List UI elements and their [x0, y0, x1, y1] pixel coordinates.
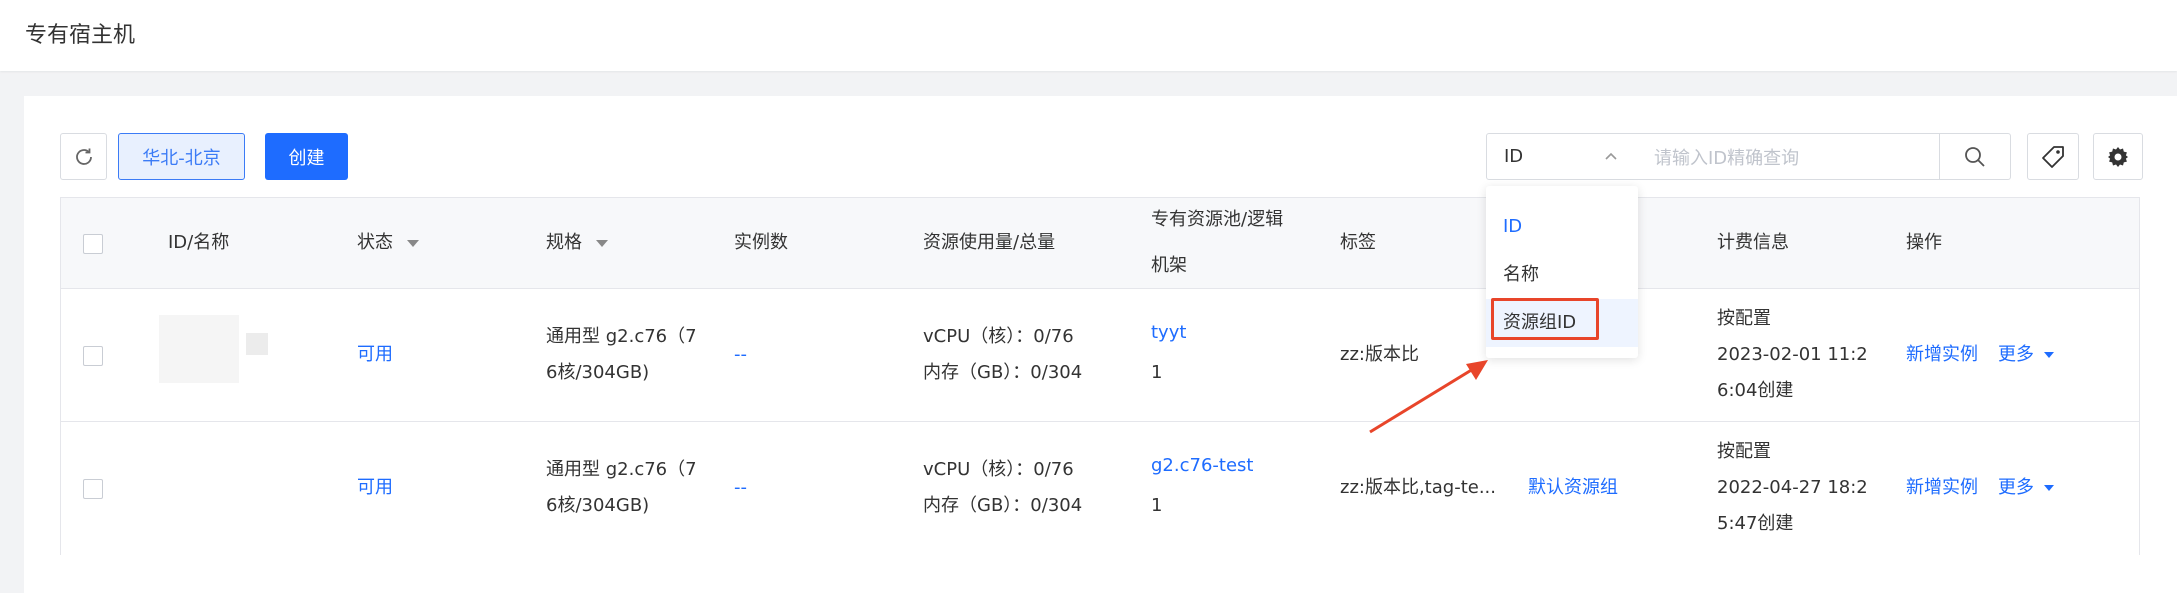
usage-cpu: vCPU（核）：0/76: [923, 459, 1074, 480]
tag-button[interactable]: [2027, 133, 2079, 180]
filter-caret-icon: [596, 239, 608, 247]
pool-link[interactable]: tyyt: [1151, 315, 1186, 351]
search-icon: [1965, 146, 1985, 167]
redacted-id: [159, 315, 239, 383]
usage-cpu: vCPU（核）：0/76: [923, 326, 1074, 347]
dropdown-option-name[interactable]: 名称: [1486, 251, 1638, 299]
search-type-value: ID: [1504, 146, 1524, 167]
more-actions-label: 更多: [1998, 344, 2034, 365]
new-instance-link[interactable]: 新增实例: [1906, 470, 1978, 506]
instance-count[interactable]: --: [734, 470, 747, 506]
column-header-status[interactable]: 状态: [357, 225, 419, 261]
table-row: 可用 通用型 g2.c76（7 6核/304GB) -- vCPU（核）：0/7…: [61, 422, 2139, 555]
create-button[interactable]: 创建: [265, 133, 348, 180]
column-header-status-label: 状态: [357, 232, 393, 253]
rack-value: 1: [1151, 362, 1163, 383]
tag-icon: [2042, 145, 2064, 168]
column-header-id: ID/名称: [168, 232, 230, 253]
row-checkbox[interactable]: [83, 346, 103, 366]
redacted-id-mark: [246, 333, 268, 355]
dropdown-option-id[interactable]: ID: [1486, 203, 1638, 251]
gear-icon: [2108, 146, 2128, 167]
status-text: 可用: [357, 477, 393, 498]
spec-line-2: 6核/304GB): [546, 362, 650, 383]
more-actions-dropdown[interactable]: 更多: [1998, 337, 2054, 373]
billing-time-line-2: 5:47创建: [1717, 513, 1794, 534]
usage-memory: 内存（GB）：0/304: [923, 495, 1083, 516]
billing-time-line-2: 6:04创建: [1717, 380, 1794, 401]
new-instance-link[interactable]: 新增实例: [1906, 337, 1978, 373]
search-input[interactable]: 请输入ID精确查询: [1637, 133, 1940, 180]
column-header-instances: 实例数: [734, 232, 788, 253]
top-bar: 专有宿主机: [0, 0, 2177, 71]
search-type-select[interactable]: ID: [1486, 133, 1638, 180]
select-all-checkbox[interactable]: [83, 234, 103, 254]
column-header-spec[interactable]: 规格: [546, 225, 608, 261]
table-row: 可用 通用型 g2.c76（7 6核/304GB) -- vCPU（核）：0/7…: [61, 289, 2139, 422]
region-selector-button[interactable]: 华北-北京: [118, 133, 245, 180]
usage-memory: 内存（GB）：0/304: [923, 362, 1083, 383]
annotation-arrow-icon: [1369, 360, 1488, 434]
search-button[interactable]: [1939, 133, 2011, 180]
spec-line-2: 6核/304GB): [546, 495, 650, 516]
page-title: 专有宿主机: [25, 23, 136, 48]
instance-count[interactable]: --: [734, 337, 747, 373]
status-text: 可用: [357, 344, 393, 365]
more-actions-label: 更多: [1998, 477, 2034, 498]
host-table: ID/名称 状态 规格 实例数 资源使用量/总量 专有资源池/逻辑 机架 标签 …: [60, 197, 2140, 555]
column-header-billing: 计费信息: [1717, 232, 1789, 253]
column-header-pool: 专有资源池/逻辑: [1151, 209, 1284, 230]
row-checkbox[interactable]: [83, 479, 103, 499]
annotation-highlight-box: [1491, 298, 1599, 340]
rack-value: 1: [1151, 495, 1163, 516]
refresh-button[interactable]: [60, 133, 107, 180]
column-header-usage: 资源使用量/总量: [923, 232, 1056, 253]
billing-time-line-1: 2023-02-01 11:2: [1717, 344, 1868, 365]
resource-group-link[interactable]: 默认资源组: [1528, 470, 1618, 506]
caret-down-icon: [2044, 352, 2054, 358]
spec-line-1: 通用型 g2.c76（7: [546, 459, 697, 480]
column-header-rack: 机架: [1151, 255, 1187, 276]
table-header: ID/名称 状态 规格 实例数 资源使用量/总量 专有资源池/逻辑 机架 标签 …: [61, 198, 2139, 289]
billing-type: 按配置: [1717, 308, 1771, 329]
refresh-icon: [75, 148, 92, 165]
spec-line-1: 通用型 g2.c76（7: [546, 326, 697, 347]
filter-caret-icon: [407, 239, 419, 247]
caret-down-icon: [2044, 485, 2054, 491]
column-header-actions: 操作: [1906, 232, 1942, 253]
column-header-spec-label: 规格: [546, 232, 582, 253]
pool-link[interactable]: g2.c76-test: [1151, 448, 1253, 484]
column-header-tags: 标签: [1340, 232, 1376, 253]
settings-button[interactable]: [2093, 133, 2143, 180]
chevron-up-icon: [1605, 152, 1617, 160]
more-actions-dropdown[interactable]: 更多: [1998, 470, 2054, 506]
billing-type: 按配置: [1717, 441, 1771, 462]
billing-time-line-1: 2022-04-27 18:2: [1717, 477, 1868, 498]
tags-text: zz:版本比,tag-te...: [1340, 477, 1496, 498]
